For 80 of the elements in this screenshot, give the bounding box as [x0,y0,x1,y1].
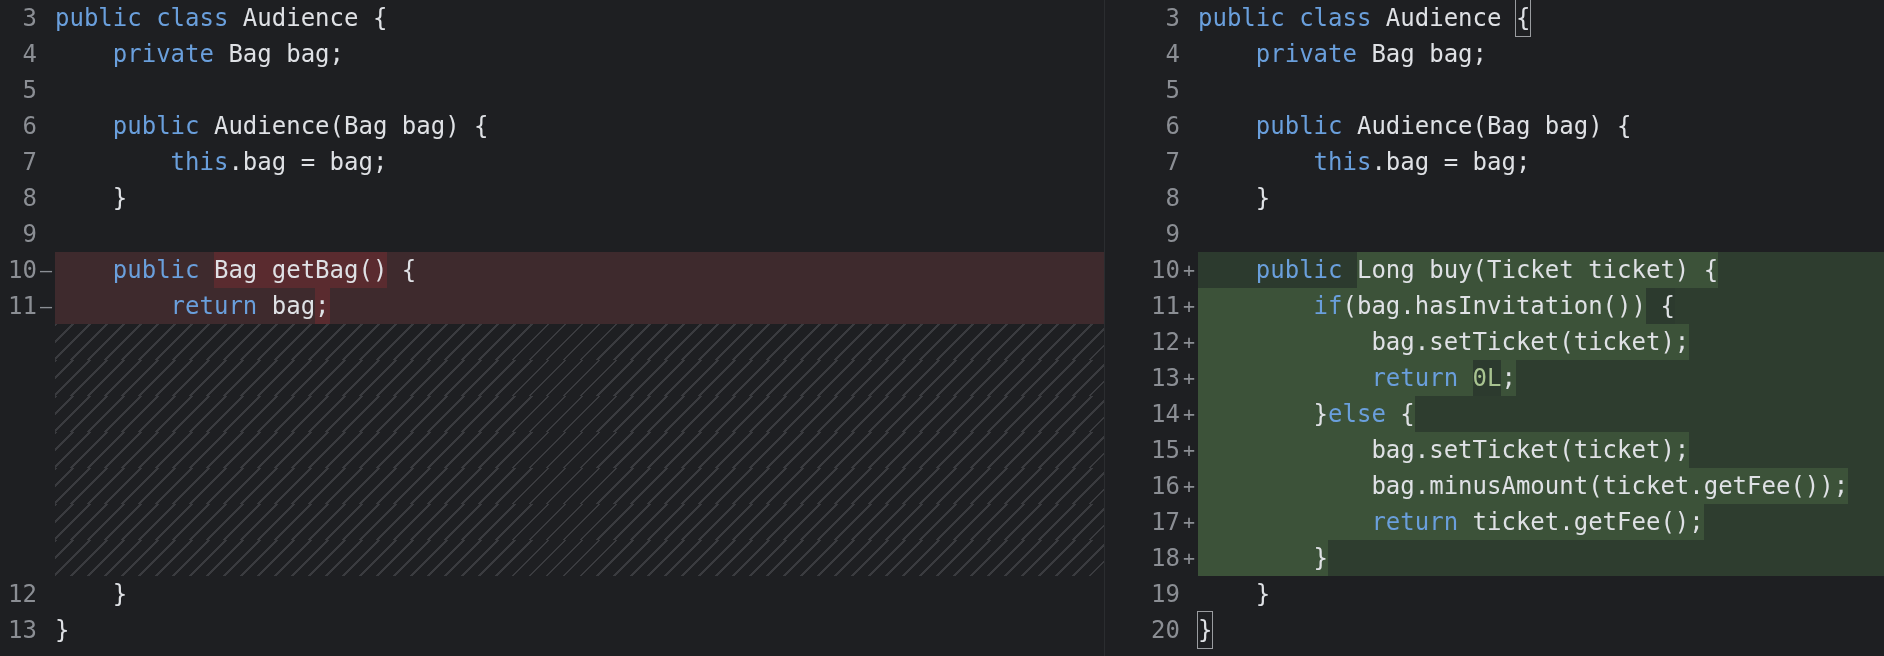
line-number: 13 [8,615,37,646]
line-number: 7 [22,147,37,178]
code-text: Audience { [241,3,388,34]
line-number: 9 [1165,219,1180,250]
added-line-marker: + [1181,293,1196,320]
code-text: bag.setTicket(ticket); [1198,324,1690,360]
code-text: } [55,615,70,646]
code-text: } [1254,183,1271,214]
line-number: 20 [1151,615,1180,646]
code-keyword: public [111,111,200,142]
code-text: .bag = bag; [1371,147,1531,178]
code-text: ticket.getFee(); [1472,504,1704,540]
code-text: { [1515,0,1531,36]
line-number: 3 [1165,3,1180,34]
code-keyword: public [1254,111,1343,142]
line-number: 18 [1151,543,1180,574]
code-text: .bag = bag; [228,147,388,178]
line-number: 7 [1165,147,1180,178]
added-line-marker: + [1181,365,1196,392]
code-keyword: private [1254,39,1357,70]
deleted-line-marker: — [38,293,53,320]
code-text: bag [1198,432,1415,468]
code-text: } [111,579,128,610]
line-number: 19 [1151,579,1180,610]
code-text: Audience [1384,3,1503,34]
line-number: 4 [22,39,37,70]
code-text: Audience(Bag bag) { [1355,111,1632,142]
code-text: .setTicket(ticket); [1414,432,1690,468]
code-text: (bag.hasInvitation()) [1342,288,1646,324]
line-number: 6 [1165,111,1180,142]
code-text: Bag bag; [227,39,344,70]
added-line-marker: + [1181,473,1196,500]
code-keyword: this [1312,147,1372,178]
code-text: ; [315,288,330,324]
line-number: 12 [8,579,37,610]
added-line-marker: + [1181,329,1196,356]
code-keyword: return [1198,360,1473,396]
added-line-marker: + [1181,257,1196,284]
code-keyword: private [111,39,214,70]
code-text: } [111,183,128,214]
line-number: 9 [22,219,37,250]
code-keyword: public class [1198,3,1372,34]
line-number: 4 [1165,39,1180,70]
code-text: } [1198,612,1213,648]
line-number: 5 [1165,75,1180,106]
line-number: 16 [1151,471,1180,502]
deleted-line-marker: — [38,257,53,284]
line-number: 15 [1151,435,1180,466]
added-line-marker: + [1181,437,1196,464]
line-number: 11 [8,291,37,322]
line-number: 8 [22,183,37,214]
code-keyword: this [169,147,229,178]
code-keyword: public class [55,3,229,34]
code-text: Long buy(Ticket ticket) { [1356,252,1719,288]
code-keyword: if [1198,288,1343,324]
code-text: Bag bag; [1370,39,1487,70]
line-number: 12 [1151,327,1180,358]
code-keyword: else [1328,396,1386,432]
code-text: Bag getBag() [213,252,388,288]
line-number: 10 [1151,255,1180,286]
line-number: 6 [22,111,37,142]
code-text: } [1198,396,1329,432]
line-number: 13 [1151,363,1180,394]
code-text: { [1385,396,1415,432]
line-number: 5 [22,75,37,106]
code-keyword: return [1198,504,1473,540]
code-text: } [1198,540,1329,576]
line-number: 14 [1151,399,1180,430]
code-text: bag.minusAmount(ticket.getFee()); [1198,468,1849,504]
code-text: ; [1501,360,1516,396]
line-number: 8 [1165,183,1180,214]
line-number: 3 [22,3,37,34]
code-text: } [1254,579,1271,610]
added-line-marker: + [1181,509,1196,536]
line-number: 10 [8,255,37,286]
added-line-marker: + [1181,401,1196,428]
code-text: Audience(Bag bag) { [212,111,489,142]
line-number: 11 [1151,291,1180,322]
added-line-marker: + [1181,545,1196,572]
line-number: 17 [1151,507,1180,538]
